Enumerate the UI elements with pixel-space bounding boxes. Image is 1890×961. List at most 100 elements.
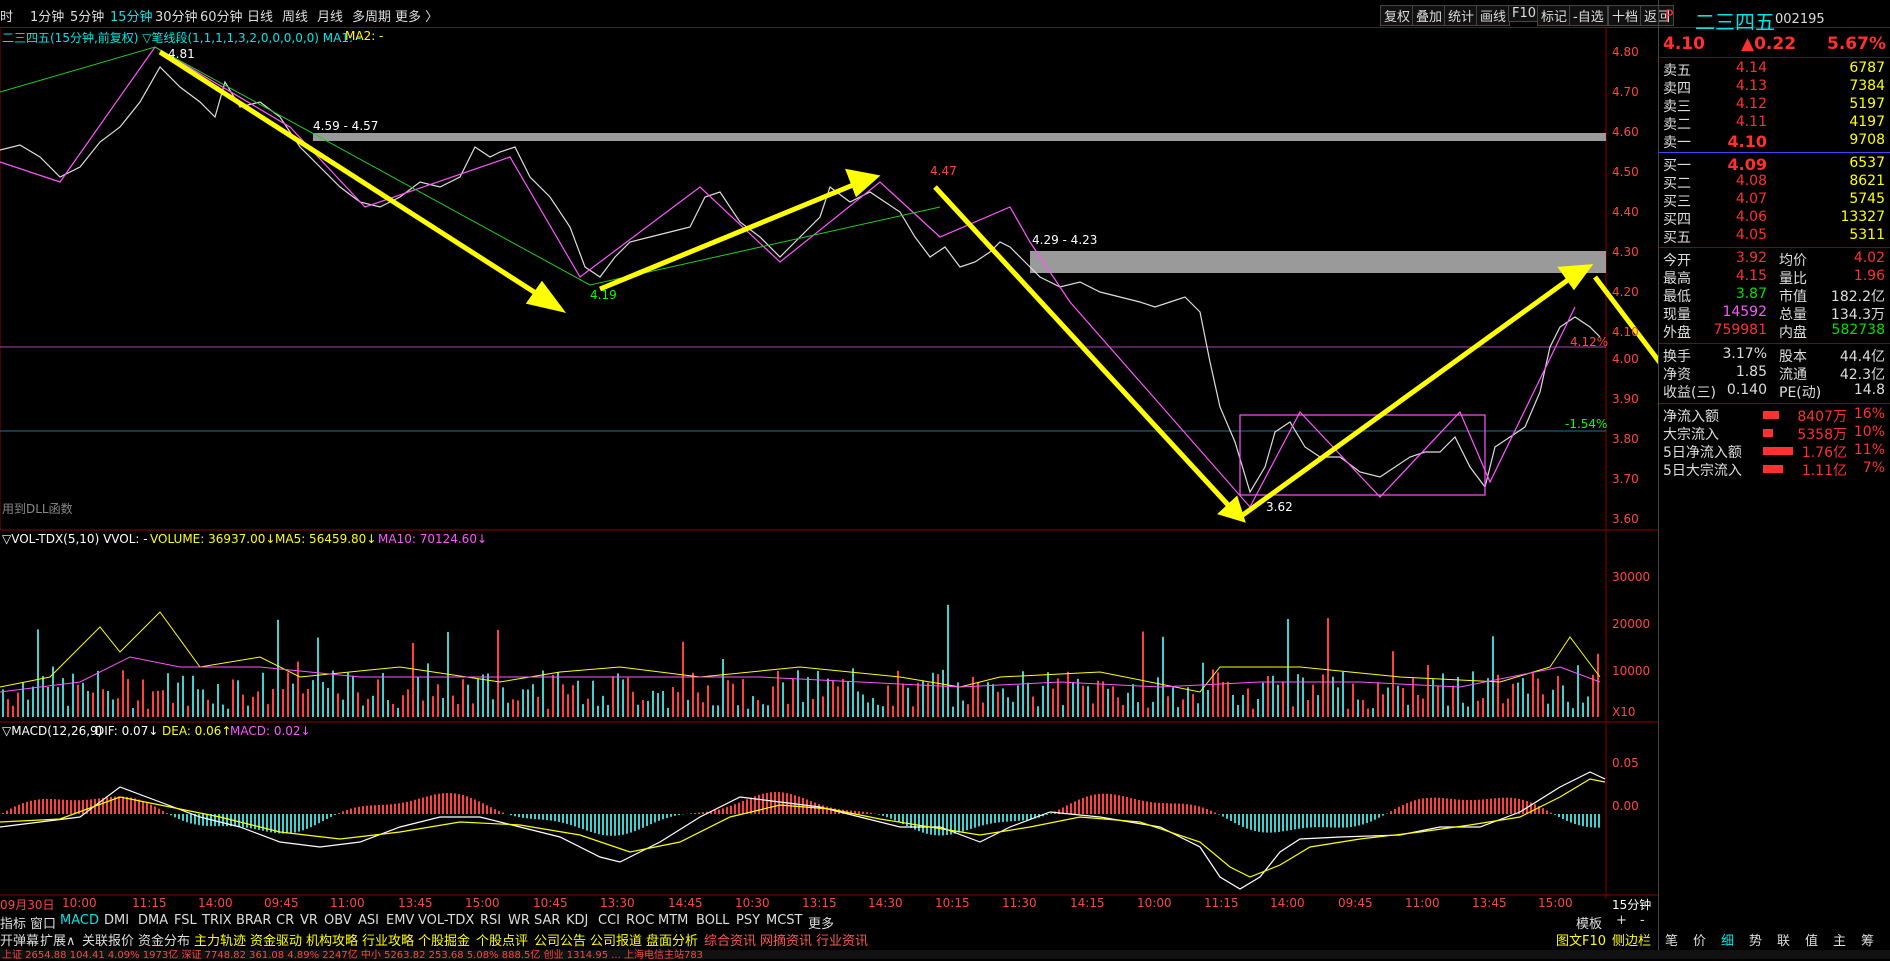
macd-bar	[1242, 814, 1244, 827]
stats-button[interactable]: 统计	[1444, 5, 1478, 26]
panel-tab-main[interactable]: 主	[1833, 930, 1846, 949]
tab-brar[interactable]: BRAR	[236, 913, 271, 928]
macd-bar	[1246, 814, 1248, 829]
volume-bar	[1587, 696, 1589, 717]
tab-wr[interactable]: WR	[508, 913, 530, 928]
stock-name: 二三四五	[1695, 6, 1775, 35]
tab-kdj[interactable]: KDJ	[566, 913, 588, 928]
panel-tab-price[interactable]: 价	[1693, 930, 1706, 949]
tab-roc[interactable]: ROC	[626, 913, 654, 928]
macd-bar	[1490, 799, 1492, 814]
volume-bar	[1367, 709, 1369, 717]
tab-sar[interactable]: SAR	[534, 913, 560, 928]
period-tab-multi[interactable]: 多周期	[352, 6, 391, 25]
volume-bar	[1082, 686, 1084, 717]
panel-tab-value[interactable]: 值	[1805, 930, 1818, 949]
macd-bar	[182, 814, 184, 821]
macd-bar	[606, 814, 608, 836]
restore-rights-button[interactable]: 复权	[1380, 5, 1414, 26]
volume-bar	[1102, 681, 1104, 717]
tab-industry-news[interactable]: 行业资讯	[816, 930, 868, 949]
panel-tab-chips[interactable]: 筹	[1861, 930, 1874, 949]
f10-graphic-button[interactable]: 图文F10	[1556, 930, 1606, 949]
volume-bar	[692, 673, 694, 717]
period-tab-month[interactable]: 月线	[317, 6, 343, 25]
panel-tab-trend[interactable]: 势	[1749, 930, 1762, 949]
macd-bar	[1438, 798, 1440, 814]
macd-bar	[486, 805, 488, 814]
period-tab-5min[interactable]: 5分钟	[70, 6, 104, 25]
tab-web-news[interactable]: 网摘资讯	[760, 930, 812, 949]
f10-button[interactable]: F10	[1508, 5, 1540, 22]
volume-bar	[877, 705, 879, 717]
annotation-pct-down: -1.54%	[1565, 417, 1607, 431]
macd-bar	[534, 814, 536, 819]
tab-cci[interactable]: CCI	[598, 913, 620, 928]
macd-bar	[1238, 814, 1240, 825]
volume-bar	[927, 683, 929, 717]
volume-bar	[7, 699, 9, 717]
macd-bar	[1598, 814, 1600, 828]
volume-bar	[592, 681, 594, 717]
tab-rsi[interactable]: RSI	[480, 913, 501, 928]
tab-fsl[interactable]: FSL	[174, 913, 197, 928]
macd-bar	[1586, 814, 1588, 827]
chart-canvas[interactable]	[0, 27, 1658, 899]
tab-mcst[interactable]: MCST	[766, 913, 803, 928]
volume-bar	[77, 685, 79, 717]
tab-vr[interactable]: VR	[300, 913, 318, 928]
ten-level-button[interactable]: 十档	[1608, 5, 1642, 26]
volume-bar	[272, 689, 274, 717]
tab-dma[interactable]: DMA	[138, 913, 168, 928]
macd-bar	[718, 809, 720, 814]
mark-button[interactable]: 标记	[1537, 5, 1571, 26]
draw-button[interactable]: 画线	[1476, 5, 1510, 26]
sidebar-toggle[interactable]: 侧边栏	[1612, 930, 1651, 949]
period-tab-15min[interactable]: 15分钟	[110, 6, 153, 25]
tab-dmi[interactable]: DMI	[104, 913, 129, 928]
period-tab-day[interactable]: 日线	[247, 6, 273, 25]
annotation-band1: 4.59 - 4.57	[313, 119, 378, 133]
tab-psy[interactable]: PSY	[736, 913, 760, 928]
volume-bar	[1002, 688, 1004, 717]
tab-asi[interactable]: ASI	[358, 913, 379, 928]
tab-mtm[interactable]: MTM	[658, 913, 688, 928]
volume-bar	[312, 680, 314, 717]
remove-window-button[interactable]: -	[1640, 913, 1645, 928]
period-tab-1min[interactable]: 1分钟	[30, 6, 64, 25]
watchlist-button[interactable]: -自选	[1569, 5, 1608, 26]
panel-tab-tick[interactable]: 笔	[1665, 930, 1678, 949]
overlay-button[interactable]: 叠加	[1412, 5, 1446, 26]
chart-area[interactable]: 二三四五(15分钟,前复权) ▽笔线段(1,1,1,1,3,2,0,0,0,0,…	[0, 27, 1658, 899]
tab-boll[interactable]: BOLL	[696, 913, 729, 928]
volume-ma5: MA5: 56459.80↓	[275, 532, 376, 546]
volume-bar	[757, 700, 759, 717]
macd-bar	[294, 814, 296, 833]
tab-general-news[interactable]: 综合资讯	[704, 930, 756, 949]
panel-tab-detail[interactable]: 细	[1721, 930, 1734, 949]
volume-bar	[857, 691, 859, 717]
tab-emv[interactable]: EMV	[386, 913, 414, 928]
tab-obv[interactable]: OBV	[324, 913, 352, 928]
volume-bar	[102, 689, 104, 717]
panel-tab-link[interactable]: 联	[1777, 930, 1790, 949]
tab-trix[interactable]: TRIX	[202, 913, 232, 928]
period-tab-more[interactable]: 更多 〉	[395, 6, 438, 25]
tab-macd[interactable]: MACD	[60, 913, 99, 928]
volume-bar	[1092, 703, 1094, 717]
volume-bar	[1397, 686, 1399, 717]
macd-bar	[14, 807, 16, 814]
volume-bar	[812, 699, 814, 717]
tab-vol-tdx[interactable]: VOL-TDX	[418, 913, 474, 928]
period-tab-60min[interactable]: 60分钟	[200, 6, 243, 25]
period-tab-30min[interactable]: 30分钟	[155, 6, 198, 25]
macd-bar	[122, 797, 124, 814]
macd-bar	[690, 813, 692, 814]
period-tab-week[interactable]: 周线	[282, 6, 308, 25]
period-tab-hour[interactable]: 时	[0, 6, 13, 25]
tab-cr[interactable]: CR	[276, 913, 294, 928]
macd-bar	[1230, 814, 1232, 821]
volume-bar	[317, 638, 319, 717]
add-window-button[interactable]: +	[1616, 913, 1627, 928]
macd-bar	[1186, 804, 1188, 814]
